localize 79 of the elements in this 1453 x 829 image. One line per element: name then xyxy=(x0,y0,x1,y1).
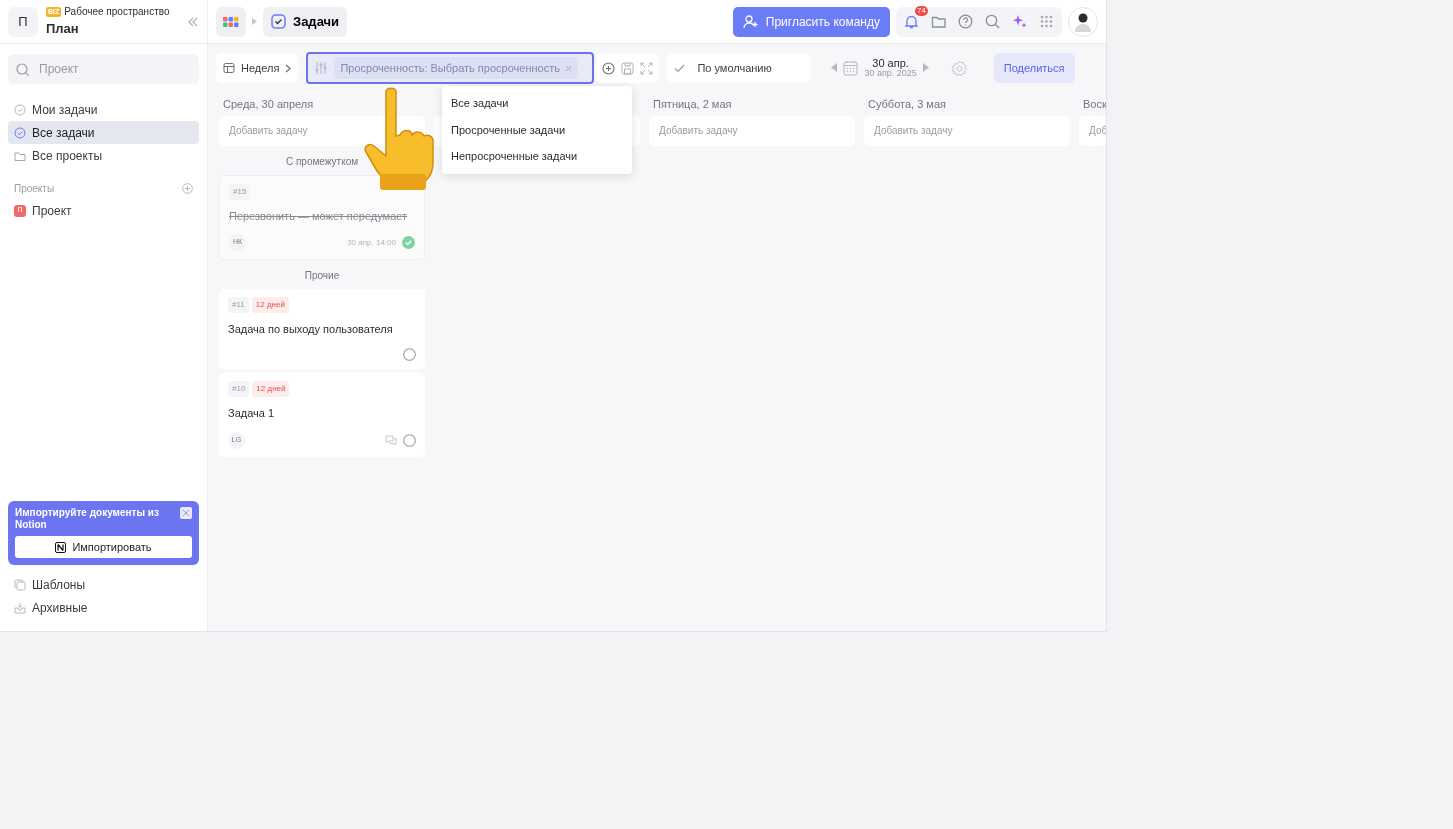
search-field[interactable]: Проект xyxy=(37,59,177,79)
add-filter-icon[interactable] xyxy=(602,61,616,75)
apps-grid-icon xyxy=(223,16,239,27)
completed-icon[interactable] xyxy=(402,236,415,249)
close-icon[interactable] xyxy=(180,507,192,519)
notion-icon xyxy=(55,541,67,553)
add-icon[interactable] xyxy=(182,183,193,194)
workspace-label: Рабочее пространство xyxy=(64,5,170,20)
view-selector[interactable]: Неделя xyxy=(216,53,299,83)
search-icon xyxy=(16,62,29,76)
apps-button[interactable] xyxy=(216,6,246,37)
templates-icon xyxy=(14,578,26,591)
person-silhouette-icon xyxy=(1074,11,1092,32)
column-header: Воск xyxy=(1082,97,1106,112)
dots-grid-icon[interactable] xyxy=(1039,14,1054,29)
task-title: Задача по выходу пользователя xyxy=(228,322,394,337)
group-title: С промежутком xyxy=(284,154,360,169)
help-icon[interactable] xyxy=(958,14,973,29)
current-date-full: 30 апр. 2025 xyxy=(864,69,917,79)
search-field[interactable]: Проект xyxy=(8,54,199,84)
workspace-name: План xyxy=(46,20,80,39)
import-button[interactable]: Импортировать xyxy=(15,536,192,558)
next-icon[interactable] xyxy=(922,63,929,73)
close-icon[interactable] xyxy=(564,64,572,72)
column-header: Суббота, 3 мая xyxy=(867,97,947,112)
group-title: Прочие xyxy=(303,269,341,283)
task-title: Перезвонить — может передумает xyxy=(229,208,409,224)
user-avatar[interactable] xyxy=(1068,6,1098,37)
complete-checkbox[interactable] xyxy=(403,348,416,361)
task-number: #15 xyxy=(229,183,251,200)
previous-icon[interactable] xyxy=(831,63,838,73)
calendar-view-icon xyxy=(223,62,235,74)
task-number: #11 xyxy=(228,297,249,313)
sparkle-icon[interactable] xyxy=(1012,14,1027,29)
sidebar-item[interactable]: Мои задачи xyxy=(8,98,199,121)
overdue-tag: 12 дней xyxy=(252,381,290,397)
check-circle-icon xyxy=(14,126,26,139)
calendar-icon[interactable] xyxy=(843,60,859,76)
inbox-icon xyxy=(14,601,26,614)
share-button[interactable]: Поделиться xyxy=(993,53,1075,83)
section-heading: Проекты xyxy=(14,182,55,196)
current-date: 30 апр. xyxy=(871,57,910,70)
project-label: Проект xyxy=(32,202,72,220)
column-header: Пятница, 2 мая xyxy=(652,97,733,112)
dropdown-option[interactable]: Все задачи xyxy=(442,90,632,117)
banner-text: Импортируйте документы из Notion xyxy=(15,507,160,530)
workspace-avatar[interactable]: П xyxy=(8,6,38,37)
complete-checkbox[interactable] xyxy=(403,433,416,447)
notification-count: 74 xyxy=(915,6,928,16)
save-icon[interactable] xyxy=(621,61,635,75)
task-card[interactable]: #11 12 дней Задача по выходу пользователя xyxy=(219,289,425,369)
due-date: 30 апр. 14:00 xyxy=(347,236,396,249)
check-circle-icon xyxy=(14,103,26,116)
expand-icon[interactable] xyxy=(640,61,654,75)
sidebar-item[interactable]: Шаблоны xyxy=(8,573,199,596)
sidebar-item[interactable]: Все задачи xyxy=(8,121,199,144)
folder-icon[interactable] xyxy=(931,14,946,29)
folder-icon xyxy=(14,149,26,162)
sliders-icon xyxy=(314,61,329,75)
collapse-icon[interactable] xyxy=(187,15,199,28)
column-header: Среда, 30 апреля xyxy=(222,97,315,112)
sidebar-item[interactable]: Все проекты xyxy=(8,144,199,167)
settings-icon[interactable] xyxy=(950,59,968,77)
bell-icon xyxy=(904,14,919,29)
sort-selector[interactable]: По умолчанию xyxy=(667,53,812,83)
dropdown-option[interactable]: Просроченные задачи xyxy=(442,116,632,143)
add-user-icon xyxy=(742,14,758,29)
breadcrumb-tab[interactable]: Задачи xyxy=(263,6,348,37)
task-title: Задача 1 xyxy=(228,406,276,421)
check-icon xyxy=(674,63,686,73)
sidebar-item[interactable]: Архивные xyxy=(8,596,199,619)
checkbox-icon xyxy=(271,14,286,29)
task-number: #10 xyxy=(228,381,250,397)
chevron-icon xyxy=(252,18,257,25)
dropdown-option[interactable]: Непросроченные задачи xyxy=(442,143,632,170)
overdue-tag: 12 дней xyxy=(251,297,289,313)
chevron-right-icon xyxy=(285,63,292,73)
invite-button[interactable]: Пригласить команду xyxy=(732,6,890,37)
search-icon[interactable] xyxy=(985,14,1000,29)
